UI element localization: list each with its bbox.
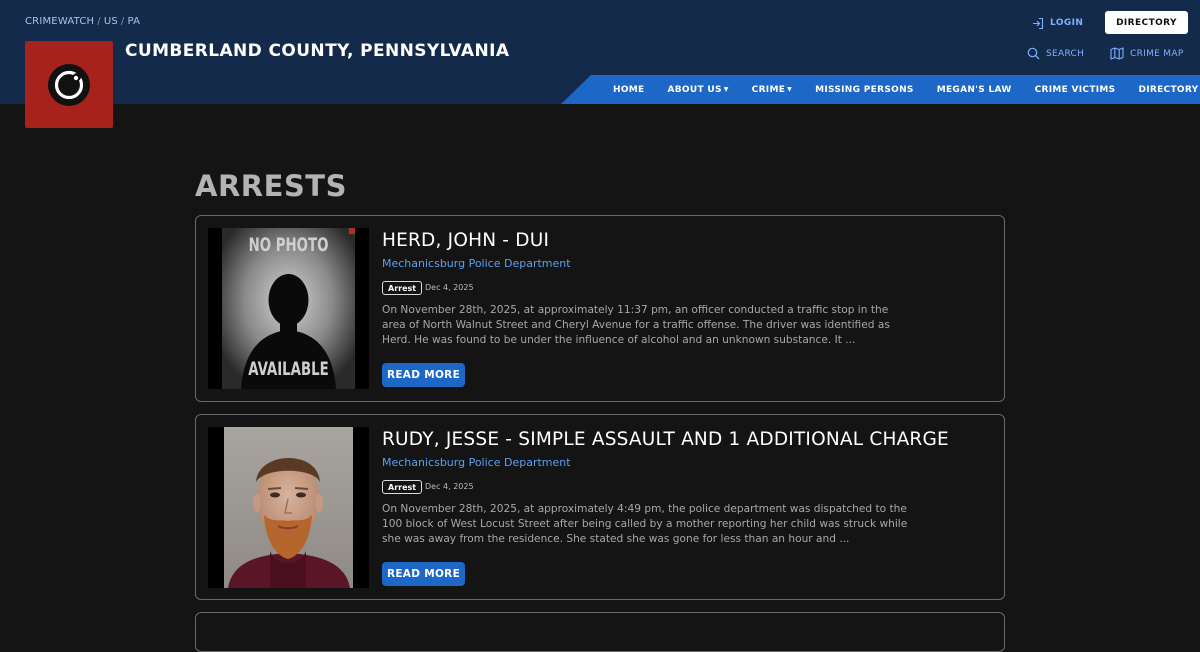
crimewatch-logo-icon	[48, 63, 90, 106]
login-link[interactable]: LOGIN	[1032, 15, 1083, 31]
read-more-button[interactable]: READ MORE	[382, 363, 465, 387]
search-icon	[1027, 47, 1040, 60]
nav-megans-law-label: MEGAN'S LAW	[936, 84, 1012, 95]
login-label: LOGIN	[1050, 18, 1084, 28]
nav-directory-label: DIRECTORY	[1138, 84, 1199, 95]
nav-item-crime-victims[interactable]: CRIME VICTIMS	[1035, 85, 1116, 95]
no-photo-placeholder[interactable]: NO PHOTO AVAILABLE	[208, 228, 369, 389]
arrest-card: RUDY, JESSE - SIMPLE ASSAULT AND 1 ADDIT…	[195, 414, 1005, 600]
nav-about-us-label: ABOUT US	[667, 84, 722, 95]
arrest-badge: Arrest	[382, 281, 423, 295]
breadcrumb-crimewatch[interactable]: CRIMEWATCH	[25, 16, 94, 27]
search-label: SEARCH	[1046, 48, 1085, 59]
arrest-excerpt: On November 28th, 2025, at approximately…	[382, 503, 908, 545]
nav-item-megans-law[interactable]: MEGAN'S LAW	[937, 85, 1012, 95]
caret-down-icon: ▼	[787, 86, 793, 93]
site-title[interactable]: CUMBERLAND COUNTY, PENNSYLVANIA	[125, 41, 509, 61]
arrest-title[interactable]: RUDY, JESSE - SIMPLE ASSAULT AND 1 ADDIT…	[382, 429, 949, 450]
breadcrumb-pa[interactable]: PA	[128, 16, 141, 27]
department-link[interactable]: Mechanicsburg Police Department	[382, 257, 571, 270]
arrest-card	[195, 612, 1005, 652]
site-header: CRIMEWATCH / US / PA CUMBERLAND COUNTY, PENN…	[0, 0, 1200, 104]
nav-missing-persons-label: MISSING PERSONS	[815, 84, 914, 95]
main-nav: HOME ABOUT US ▼ CRIME ▼ MISSING PERSONS ME…	[561, 75, 1200, 104]
mugshot-photo[interactable]	[208, 427, 369, 588]
search-link[interactable]: SEARCH	[1027, 47, 1084, 60]
nav-crime-victims-label: CRIME VICTIMS	[1034, 84, 1116, 95]
nav-item-about-us[interactable]: ABOUT US ▼	[668, 85, 729, 95]
agency-logo[interactable]	[25, 41, 113, 128]
breadcrumb-us[interactable]: US	[104, 16, 118, 27]
map-icon	[1110, 47, 1124, 60]
crime-map-label: CRIME MAP	[1130, 48, 1184, 59]
arrest-title[interactable]: HERD, JOHN - DUI	[382, 230, 549, 251]
directory-button[interactable]: DIRECTORY	[1105, 11, 1188, 34]
arrest-badge: Arrest	[382, 480, 423, 494]
caret-down-icon: ▼	[723, 86, 729, 93]
nav-item-home[interactable]: HOME	[613, 85, 645, 95]
read-more-button[interactable]: READ MORE	[382, 562, 465, 586]
department-link[interactable]: Mechanicsburg Police Department	[382, 456, 571, 469]
nav-item-directory[interactable]: DIRECTORY	[1138, 85, 1198, 95]
nav-crime-label: CRIME	[751, 84, 786, 95]
crime-map-link[interactable]: CRIME MAP	[1110, 47, 1184, 60]
arrest-card: NO PHOTO AVAILABLE HERD, JOHN - DUI Mech…	[195, 215, 1005, 402]
login-icon	[1033, 17, 1044, 29]
no-photo-top-text: NO PHOTO	[248, 234, 329, 256]
arrest-excerpt: On November 28th, 2025, at approximately…	[382, 304, 890, 346]
arrest-date: Dec 4, 2025	[425, 482, 474, 491]
nav-item-crime[interactable]: CRIME ▼	[752, 85, 792, 95]
arrest-date: Dec 4, 2025	[425, 283, 474, 292]
page-title: ARRESTS	[195, 169, 347, 203]
nav-item-missing-persons[interactable]: MISSING PERSONS	[815, 85, 914, 95]
nav-home-label: HOME	[613, 84, 645, 95]
no-photo-bottom-text: AVAILABLE	[248, 358, 329, 380]
breadcrumb: CRIMEWATCH / US / PA	[25, 16, 141, 27]
